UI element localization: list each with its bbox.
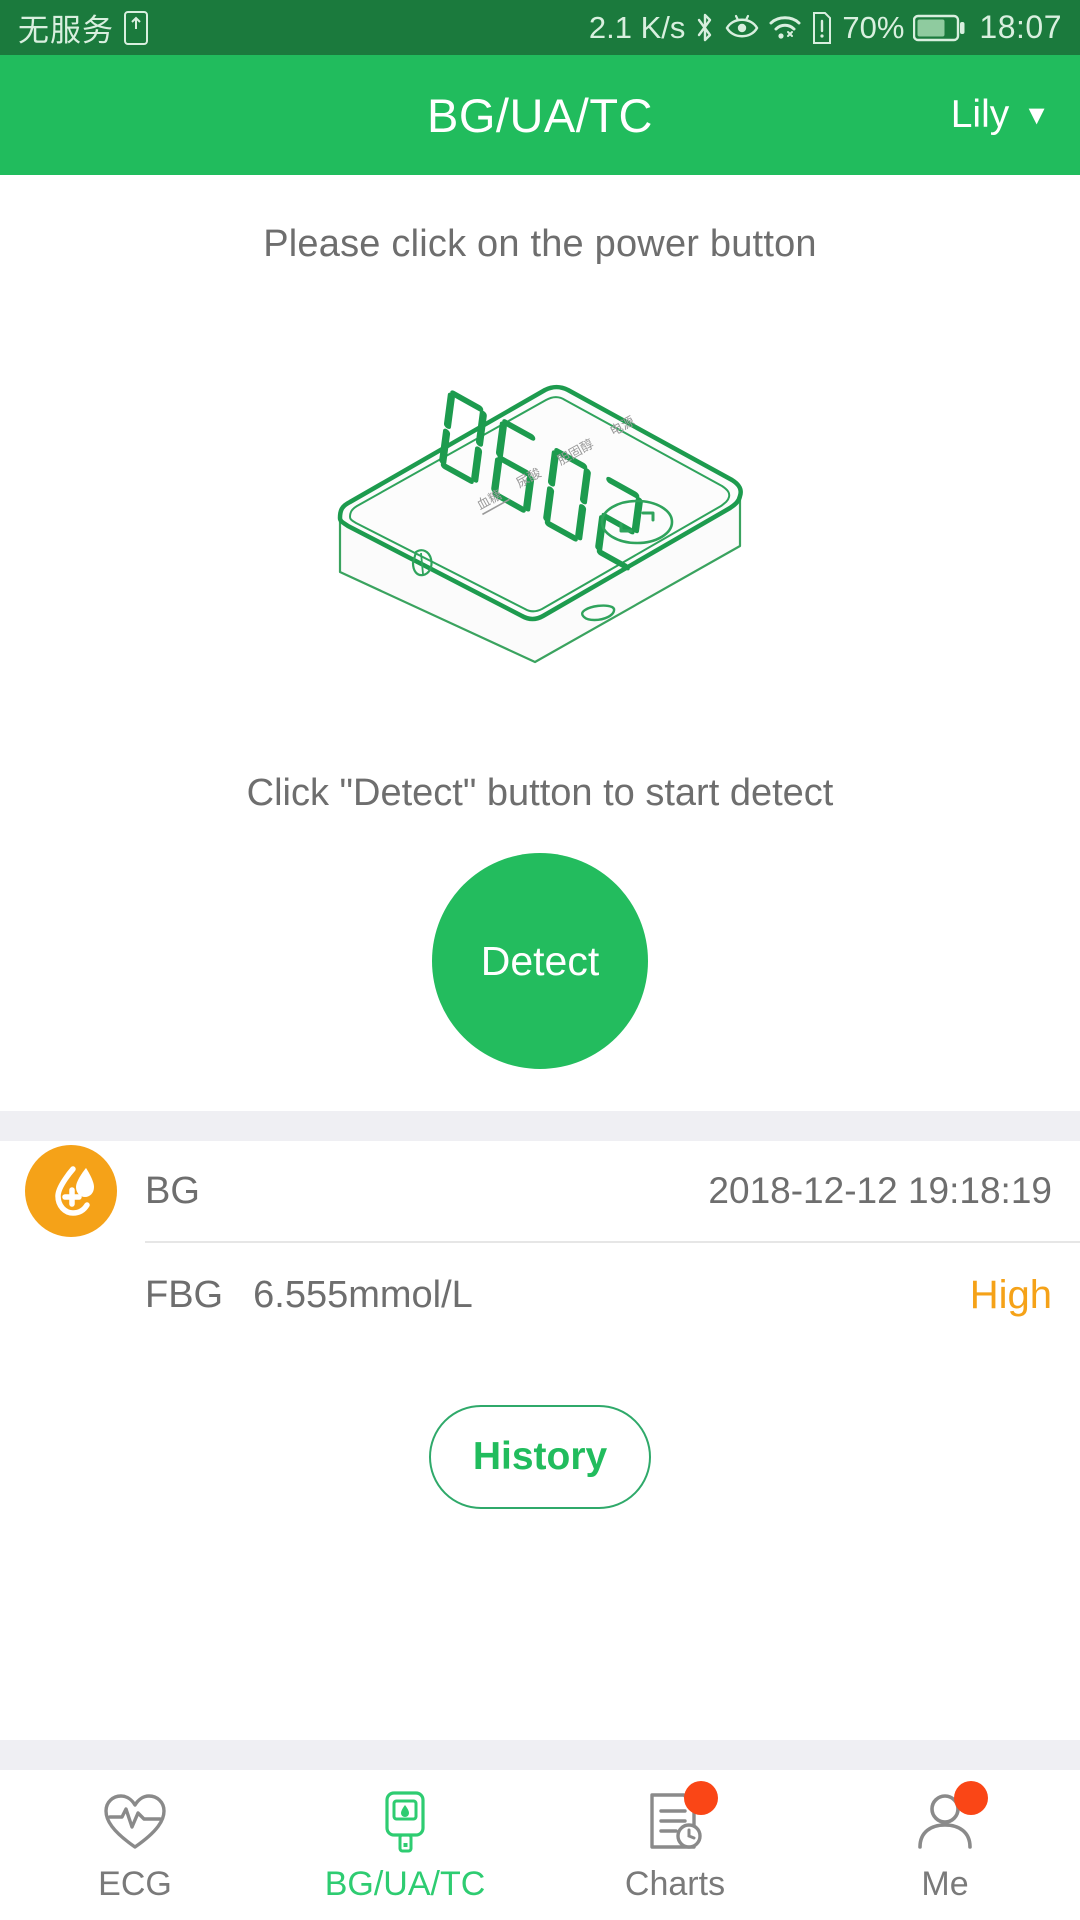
result-card: BG 2018-12-12 19:18:19 FBG 6.555mmol/L H… (0, 1141, 1080, 1740)
glucose-meter-icon (370, 1787, 440, 1857)
bottom-navigation: ECG BG/UA/TC Charts Me (0, 1770, 1080, 1920)
carrier-label: 无服务 (18, 13, 114, 48)
bluetooth-icon (694, 11, 716, 45)
blood-drop-icon (25, 1145, 117, 1237)
heart-pulse-icon (100, 1787, 170, 1857)
chevron-down-icon: ▼ (1023, 99, 1050, 130)
tab-label-me: Me (921, 1864, 969, 1903)
device-illustration: 血糖 尿酸 胆固醇 电源 (0, 280, 1080, 700)
device-svg: 血糖 尿酸 胆固醇 电源 (337, 384, 743, 664)
tab-label-ecg: ECG (98, 1864, 172, 1903)
battery-icon (913, 14, 965, 42)
eye-care-icon (725, 13, 759, 43)
detect-button-wrap: Detect (0, 853, 1080, 1111)
tab-label-charts: Charts (624, 1864, 726, 1903)
sd-card-alert-icon (811, 11, 833, 44)
app-bar: BG/UA/TC Lily ▼ (0, 55, 1080, 175)
result-card-measure-row: FBG 6.555mmol/L High (0, 1243, 1080, 1347)
detect-hint-text: Click "Detect" button to start detect (246, 772, 834, 814)
person-icon (910, 1780, 988, 1857)
page-title: BG/UA/TC (427, 88, 653, 142)
status-bar-right: 2.1 K/s 70% 18:07 (589, 9, 1062, 46)
status-bar: 无服务 2.1 K/s 70% 18:07 (0, 0, 1080, 55)
history-button-wrap: History (0, 1405, 1080, 1509)
section-divider-top (0, 1111, 1080, 1141)
status-badge: High (969, 1272, 1052, 1317)
status-bar-left: 无服务 (18, 5, 148, 50)
user-selector[interactable]: Lily ▼ (951, 93, 1050, 137)
power-hint-text: Please click on the power button (263, 223, 817, 265)
charts-badge-dot (684, 1780, 718, 1815)
measure-label: FBG (145, 1273, 224, 1316)
result-card-header: BG 2018-12-12 19:18:19 (0, 1141, 1080, 1241)
tab-me[interactable]: Me (810, 1770, 1080, 1920)
user-name-label: Lily (950, 93, 1010, 136)
section-divider-bottom (0, 1740, 1080, 1770)
tab-bg-ua-tc[interactable]: BG/UA/TC (270, 1770, 540, 1920)
wifi-icon (768, 13, 802, 43)
detect-section: Please click on the power button 血糖 尿酸 胆… (0, 175, 1080, 1111)
battery-percent-label: 70% (842, 9, 905, 45)
result-timestamp: 2018-12-12 19:18:19 (708, 1170, 1052, 1211)
result-type-label: BG (145, 1169, 200, 1212)
tab-charts[interactable]: Charts (540, 1770, 810, 1920)
sim-card-icon (124, 10, 148, 45)
measure-value: 6.555mmol/L (253, 1273, 473, 1316)
tab-ecg[interactable]: ECG (0, 1770, 270, 1920)
me-badge-dot (954, 1780, 988, 1815)
clock-label: 18:07 (979, 9, 1062, 45)
network-speed-label: 2.1 K/s (588, 9, 686, 45)
detect-button[interactable]: Detect (432, 853, 648, 1069)
tab-label-bg-ua-tc: BG/UA/TC (324, 1864, 486, 1903)
history-button[interactable]: History (429, 1405, 651, 1509)
report-clock-icon (640, 1780, 718, 1857)
app-root: 无服务 2.1 K/s 70% 18:07 BG/UA/TC Lily ▼ Pl… (0, 0, 1080, 1920)
